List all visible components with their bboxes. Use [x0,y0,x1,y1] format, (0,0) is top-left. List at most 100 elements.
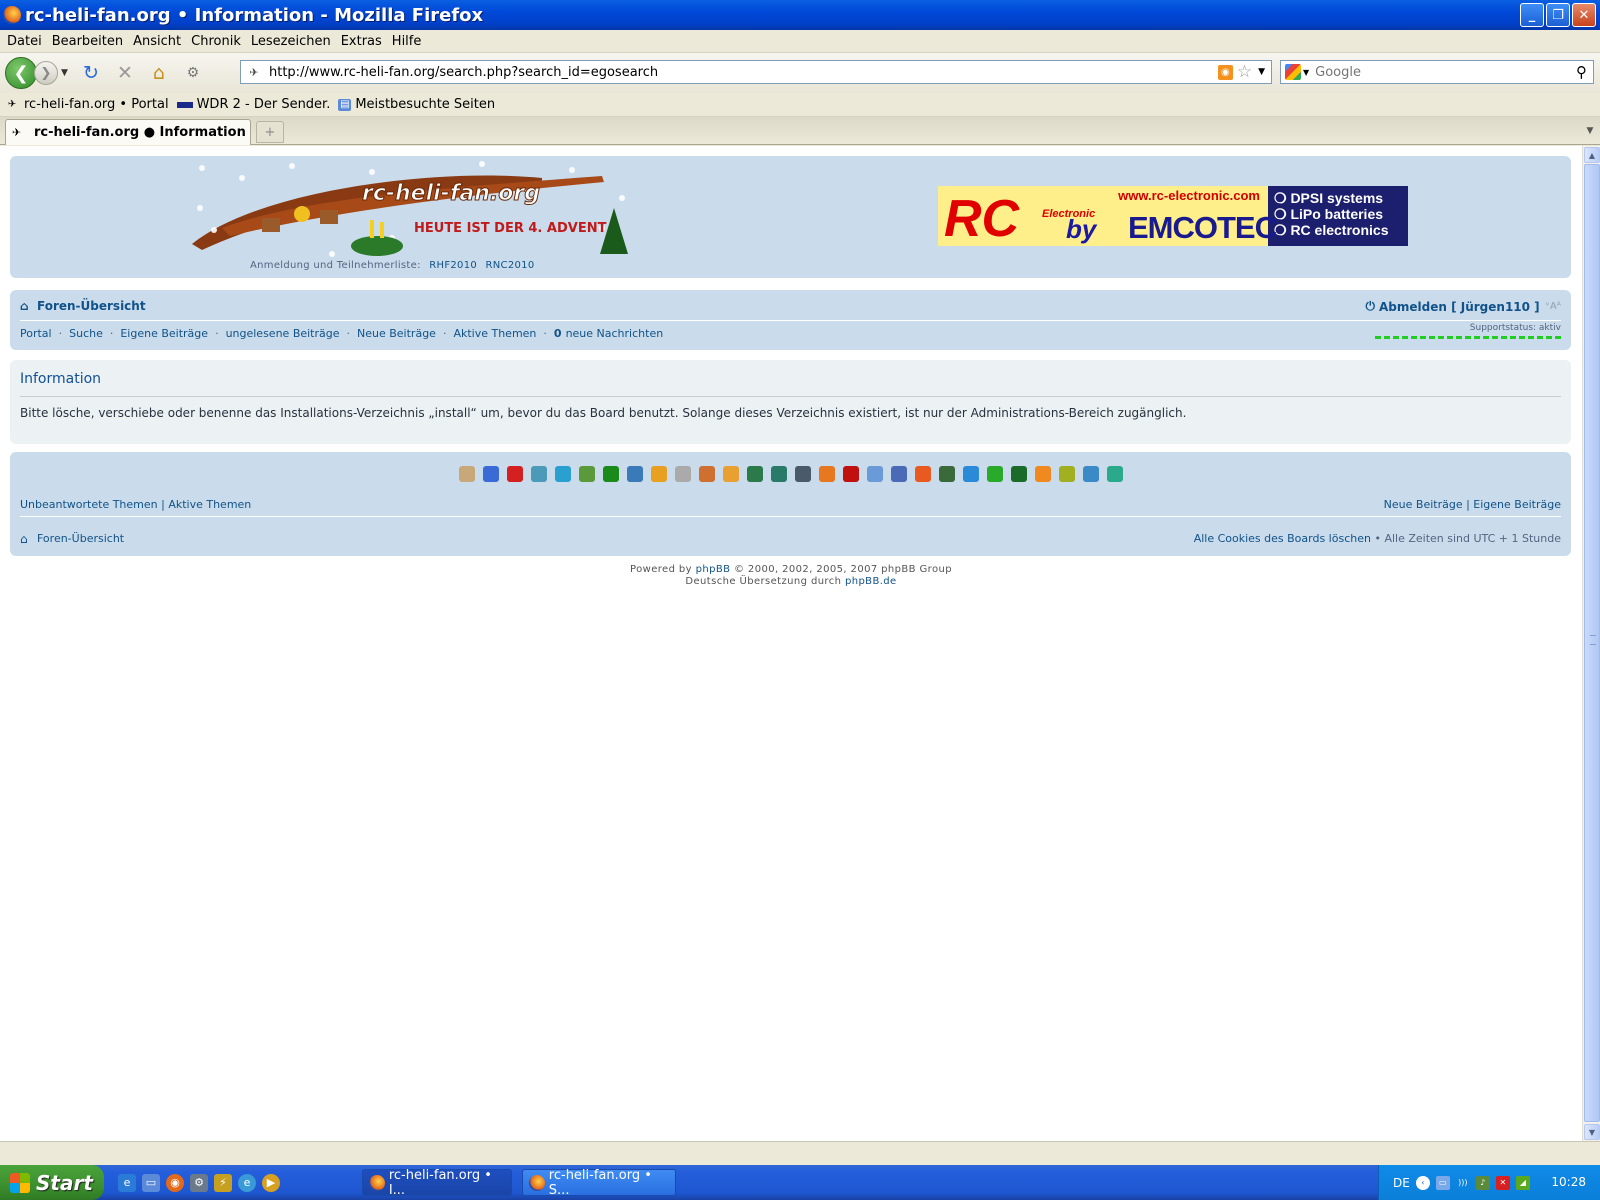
back-button[interactable]: ❮ [5,57,37,89]
reddit-icon[interactable] [915,466,931,482]
folkd-icon[interactable] [627,466,643,482]
minimize-button[interactable]: _ [1520,3,1544,27]
network-icon[interactable]: ▭ [1435,1175,1450,1190]
google-icon[interactable] [1285,64,1301,80]
settings-icon[interactable]: ⚙ [190,1173,208,1192]
browser-icon[interactable]: e [238,1173,256,1192]
oneview-icon[interactable] [603,466,619,482]
footer-home-link[interactable]: ⌂ Foren-Übersicht [20,532,124,546]
new-tab-button[interactable]: + [256,121,284,143]
google-icon[interactable] [891,466,907,482]
clock[interactable]: 10:28 [1551,1175,1586,1189]
yigg-icon[interactable] [555,466,571,482]
phpbb-link[interactable]: phpBB [696,564,731,575]
link-ungelesene-beitraege[interactable]: ungelesene Beiträge [226,327,340,340]
logout-link[interactable]: ⏻ Abmelden [ Jürgen110 ] ᵛAᴬ [1366,299,1561,314]
linkedin-icon[interactable] [987,466,1003,482]
antivirus-icon[interactable]: ✕ [1495,1175,1510,1190]
taskbar-window-1[interactable]: rc-heli-fan.org • I... [362,1168,512,1198]
footer-links-right[interactable]: Neue Beiträge | Eigene Beiträge [1384,498,1561,511]
search-input[interactable] [1315,64,1576,80]
link-neue-nachrichten[interactable]: neue Nachrichten [566,327,664,340]
nvidia-icon[interactable]: ◢ [1515,1175,1530,1190]
menu-chronik[interactable]: Chronik [188,34,248,49]
mrwong-w-icon[interactable] [507,466,523,482]
hh-icon[interactable] [963,466,979,482]
link-rhf2010[interactable]: RHF2010 [429,260,477,271]
menu-hilfe[interactable]: Hilfe [389,34,429,49]
font-size-icon[interactable]: ᵛAᴬ [1546,301,1561,312]
link-rnc2010[interactable]: RNC2010 [486,260,535,271]
scroll-up-icon[interactable]: ▲ [1584,147,1600,163]
taskbar-window-2[interactable]: rc-heli-fan.org • S... [522,1168,676,1198]
url-text[interactable]: http://www.rc-heli-fan.org/search.php?se… [269,65,1218,80]
delete-cookies-link[interactable]: Alle Cookies des Boards löschen [1194,532,1371,545]
search-engine-dropdown-icon[interactable]: ▼ [1303,68,1309,77]
furl-icon[interactable] [819,466,835,482]
menu-bearbeiten[interactable]: Bearbeiten [49,34,130,49]
footer-links-left[interactable]: Unbeantwortete Themen | Aktive Themen [20,498,251,511]
emcotec-banner[interactable]: www.rc-electronic.com RC Electronic by E… [938,186,1408,246]
close-button[interactable]: ✕ [1572,3,1596,27]
stumbleupon-icon[interactable] [747,466,763,482]
menu-lesezeichen[interactable]: Lesezeichen [248,34,338,49]
sound-icon[interactable]: ♪ [1475,1175,1490,1190]
yahoo-star-icon[interactable] [651,466,667,482]
link-portal[interactable]: Portal [20,327,52,340]
seoigg-icon[interactable] [699,466,715,482]
wireless-icon[interactable]: ))) [1456,1176,1470,1190]
gear-icon[interactable] [1059,466,1075,482]
home-icon[interactable]: ⌂ [147,61,171,85]
bookmark-meistbesuchte[interactable]: ▤ Meistbesuchte Seiten [338,97,495,112]
title-bar[interactable]: rc-heli-fan.org • Information - Mozilla … [0,0,1600,30]
n-icon[interactable] [1107,466,1123,482]
breadcrumb[interactable]: ⌂ Foren-Übersicht [20,299,146,313]
language-indicator[interactable]: DE [1393,1176,1410,1190]
robot-icon[interactable] [1083,466,1099,482]
spurl-icon[interactable] [867,466,883,482]
bookmark-star-icon[interactable]: ☆ [1237,62,1252,82]
phpbb-de-link[interactable]: phpBB.de [845,576,897,587]
url-dropdown-icon[interactable]: ▼ [1258,67,1265,77]
rss-icon[interactable]: ◉ [1217,64,1233,80]
media-icon[interactable]: ▶ [262,1173,280,1192]
yahoo-y-icon[interactable] [843,466,859,482]
winamp-icon[interactable]: ⚡ [214,1173,232,1192]
netscape-icon[interactable] [723,466,739,482]
maximize-button[interactable]: ❐ [1546,3,1570,27]
scroll-thumb[interactable] [1584,164,1600,1122]
menu-extras[interactable]: Extras [338,34,389,49]
addon-icon[interactable]: ⚙ [181,61,205,85]
url-bar[interactable]: ✈ http://www.rc-heli-fan.org/search.php?… [240,60,1272,84]
slashdot-icon[interactable] [771,466,787,482]
blogger-icon[interactable] [1035,466,1051,482]
tree-icon[interactable] [1011,466,1027,482]
mister-wong-icon[interactable] [459,466,475,482]
linkarena-icon[interactable] [579,466,595,482]
tray-chevron-icon[interactable]: ‹ [1415,1175,1430,1190]
stop-icon[interactable]: ✕ [113,61,137,85]
menu-datei[interactable]: Datei [4,34,49,49]
ie-icon[interactable]: e [118,1173,136,1192]
newsvine-icon[interactable] [795,466,811,482]
bookmark-portal[interactable]: ✈ rc-heli-fan.org • Portal [4,97,169,112]
bookmark-wdr2[interactable]: WDR 2 - Der Sender. [176,97,330,112]
vertical-scrollbar[interactable]: ▲ ▼ [1582,146,1600,1141]
firefox-icon[interactable]: ◉ [166,1173,184,1192]
start-button[interactable]: Start [0,1165,104,1200]
link-suche[interactable]: Suche [69,327,103,340]
scroll-down-icon[interactable]: ▼ [1584,1124,1600,1140]
icio-icon[interactable] [531,466,547,482]
pm-count[interactable]: 0 [554,327,562,340]
menu-ansicht[interactable]: Ansicht [130,34,188,49]
link-eigene-beitraege[interactable]: Eigene Beiträge [120,327,208,340]
link-neue-beitraege[interactable]: Neue Beiträge [357,327,436,340]
tab-list-icon[interactable]: ▼ [1582,123,1598,139]
tab-information[interactable]: ✈ rc-heli-fan.org ● Information [5,119,251,145]
forum-logo[interactable]: rc-heli-fan.org HEUTE IST DER 4. ADVENT [182,158,642,262]
play-icon[interactable] [939,466,955,482]
link-aktive-themen[interactable]: Aktive Themen [453,327,536,340]
history-dropdown-icon[interactable]: ▼ [61,68,68,78]
delicious-icon[interactable] [483,466,499,482]
reload-icon[interactable]: ↻ [79,61,103,85]
